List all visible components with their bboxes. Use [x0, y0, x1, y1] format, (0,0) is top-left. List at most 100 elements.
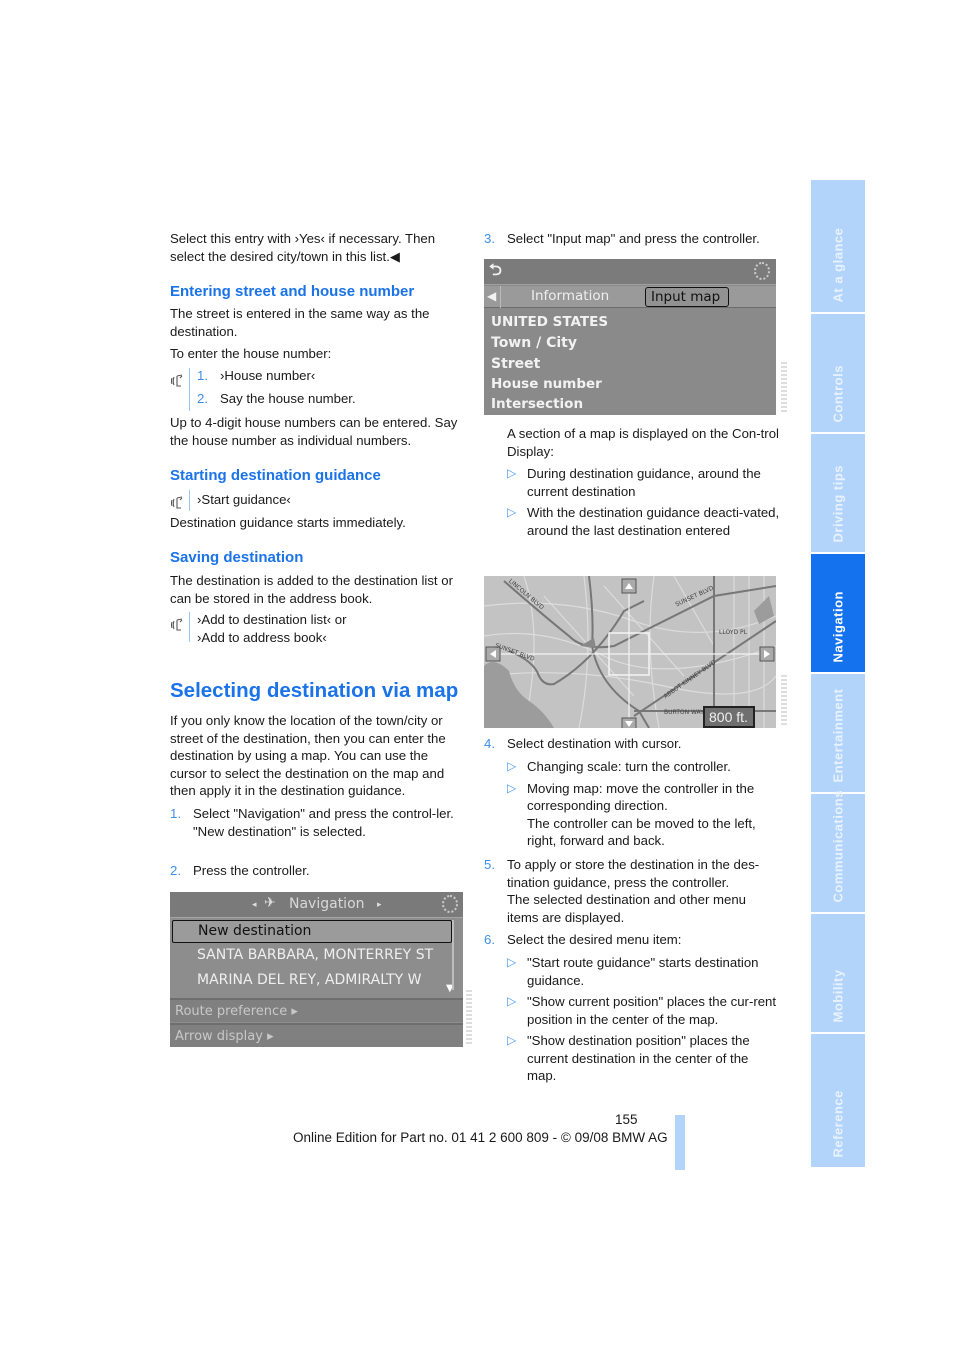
image-code: [466, 990, 472, 1045]
tab-label: Reference: [830, 1089, 846, 1157]
chapter-tabs: At a glance Controls Driving tips Naviga…: [811, 180, 865, 1167]
bullet-item: ▷ During destination guidance, around the…: [507, 465, 782, 500]
step-text: To apply or store the destination in the…: [507, 857, 760, 890]
menu-route-preference[interactable]: Route preference ▸: [170, 998, 463, 1022]
scrollbar[interactable]: [452, 920, 454, 990]
bullet-text: "Start route guidance" starts destinatio…: [527, 955, 759, 988]
tab-label: Mobility: [830, 968, 846, 1022]
map-bullets: ▷ During destination guidance, around the…: [507, 465, 782, 539]
voice-command-marker: [170, 368, 190, 411]
tab-controls[interactable]: Controls: [811, 314, 865, 432]
water-area: [484, 662, 554, 728]
intersection-item[interactable]: Intersection: [491, 396, 583, 414]
menu-item-new-destination[interactable]: New destination: [172, 920, 452, 943]
tab-at-a-glance[interactable]: At a glance: [811, 180, 865, 312]
step-text: Say the house number.: [220, 391, 356, 406]
step-4-bullets: ▷ Changing scale: turn the controller. ▷ M…: [507, 758, 779, 850]
step-number: 1.: [197, 368, 208, 383]
bullet-item: ▷ With the destination guidance deacti-va…: [507, 504, 782, 539]
saving-text: The destination is added to the destinat…: [170, 573, 453, 606]
screen-title: Navigation: [289, 896, 365, 912]
street-label: LLOYD PL: [719, 629, 748, 636]
step-4: 4. Select destination with cursor.: [484, 735, 779, 753]
step-text: Select destination with cursor.: [507, 736, 682, 751]
voice-command-marker: [170, 490, 190, 511]
tab-entertainment[interactable]: Entertainment: [811, 674, 865, 792]
step-number: 4.: [484, 736, 495, 751]
tab-label: Communications: [830, 789, 846, 902]
step-number: 3.: [484, 231, 495, 246]
bullet-text: "Show current position" places the cur-r…: [527, 994, 777, 1027]
tab-communications[interactable]: Communications: [811, 790, 865, 912]
voice-command-add-address: ›Add to address book‹: [197, 630, 327, 645]
tab-driving-tips[interactable]: Driving tips: [811, 434, 865, 552]
triangle-bullet-icon: ▷: [507, 1033, 517, 1047]
pan-up-button[interactable]: [621, 578, 637, 594]
map-screenshot: LINCOLN BLVD SUNSET BLVD SUNSET BLVD LLO…: [484, 576, 776, 728]
tab-information[interactable]: Information: [500, 286, 640, 308]
controller-icon: [442, 895, 458, 913]
tab-label: Driving tips: [830, 464, 846, 542]
map-intro: A section of a map is displayed on the C…: [507, 426, 779, 459]
menu-arrow-display[interactable]: Arrow display ▸: [170, 1023, 463, 1047]
country-item[interactable]: UNITED STATES: [491, 314, 608, 332]
voice-command-start-guidance: ›Start guidance‹: [197, 492, 291, 507]
step-6-bullets: ▷ "Start route guidance" starts destinati…: [507, 954, 779, 1085]
step-text: Press the controller.: [193, 863, 310, 878]
triangle-bullet-icon: ▷: [507, 466, 517, 480]
tab-label: Controls: [830, 364, 846, 422]
triangle-bullet-icon: ▷: [507, 505, 517, 519]
street-paragraph: The street is entered in the same way as…: [170, 306, 430, 339]
step-number: 1.: [170, 806, 181, 821]
step-text: Select the desired menu item:: [507, 932, 682, 947]
tab-bar: ◀ Information Input map: [484, 286, 776, 308]
intro-text: Select this entry with ›Yes‹ if necessar…: [170, 231, 436, 264]
step-text: ›House number‹: [220, 368, 316, 383]
bullet-item: ▷ "Show destination position" places the …: [507, 1032, 779, 1085]
screen-header: ⮌: [484, 259, 776, 285]
satellite-icon: ✈: [264, 895, 276, 911]
recent-destination-2[interactable]: MARINA DEL REY, ADMIRALTY W: [197, 972, 422, 990]
image-code: [781, 362, 787, 412]
bullet-text: Changing scale: turn the controller.: [527, 759, 731, 774]
controller-icon: [754, 262, 770, 280]
tab-label: Navigation: [830, 590, 846, 662]
tab-scroll-left-icon[interactable]: ◀: [487, 288, 496, 306]
menu-label: Route preference ▸: [175, 1004, 298, 1019]
bullet-item: ▷ Moving map: move the controller in the …: [507, 780, 779, 850]
back-icon[interactable]: ⮌: [489, 261, 502, 279]
pan-right-button[interactable]: [759, 646, 775, 662]
tab-label: Information: [531, 288, 610, 304]
tab-label: Entertainment: [830, 688, 846, 782]
step-6: 6. Select the desired menu item:: [484, 931, 779, 949]
tab-label: At a glance: [830, 227, 846, 302]
step-text: Select "Input map" and press the control…: [507, 231, 760, 246]
heading-starting-guidance: Starting destination guidance: [170, 467, 381, 484]
tab-navigation[interactable]: Navigation: [811, 554, 865, 672]
tab-input-map[interactable]: Input map: [645, 287, 729, 307]
tab-reference[interactable]: Reference: [811, 1034, 865, 1167]
step-subtext: "New destination" is selected.: [193, 823, 366, 839]
triangle-bullet-icon: ▷: [507, 780, 517, 795]
bullet-item: ▷ "Start route guidance" starts destinati…: [507, 954, 779, 989]
step-number: 2.: [170, 863, 181, 878]
house-number-note: Up to 4-digit house numbers can be enter…: [170, 415, 458, 448]
triangle-bullet-icon: ▷: [507, 759, 517, 773]
tab-label: Input map: [651, 289, 721, 305]
town-city-item[interactable]: Town / City: [491, 335, 577, 353]
map-intro-text: If you only know the location of the tow…: [170, 713, 446, 798]
bullet-subtext: The controller can be moved to the left,…: [527, 815, 756, 849]
recent-destination-1[interactable]: SANTA BARBARA, MONTERREY ST: [197, 947, 433, 965]
bullet-text: During destination guidance, around the …: [527, 466, 761, 499]
step-5: 5. To apply or store the destination in …: [484, 856, 779, 926]
tab-mobility[interactable]: Mobility: [811, 914, 865, 1032]
pan-down-button[interactable]: [621, 717, 637, 728]
step-2: 2. Say the house number.: [197, 390, 356, 408]
house-number-item[interactable]: House number: [491, 376, 602, 394]
triangle-bullet-icon: ▷: [507, 994, 517, 1008]
chevron-left-icon: ◂: [252, 900, 257, 910]
bullet-item: ▷ "Show current position" places the cur-…: [507, 993, 779, 1028]
street-item[interactable]: Street: [491, 356, 540, 374]
navigation-menu-screenshot: ◂ ✈ Navigation ▸ New destination SANTA B…: [170, 892, 463, 1047]
menu-label: Arrow display ▸: [175, 1029, 274, 1044]
